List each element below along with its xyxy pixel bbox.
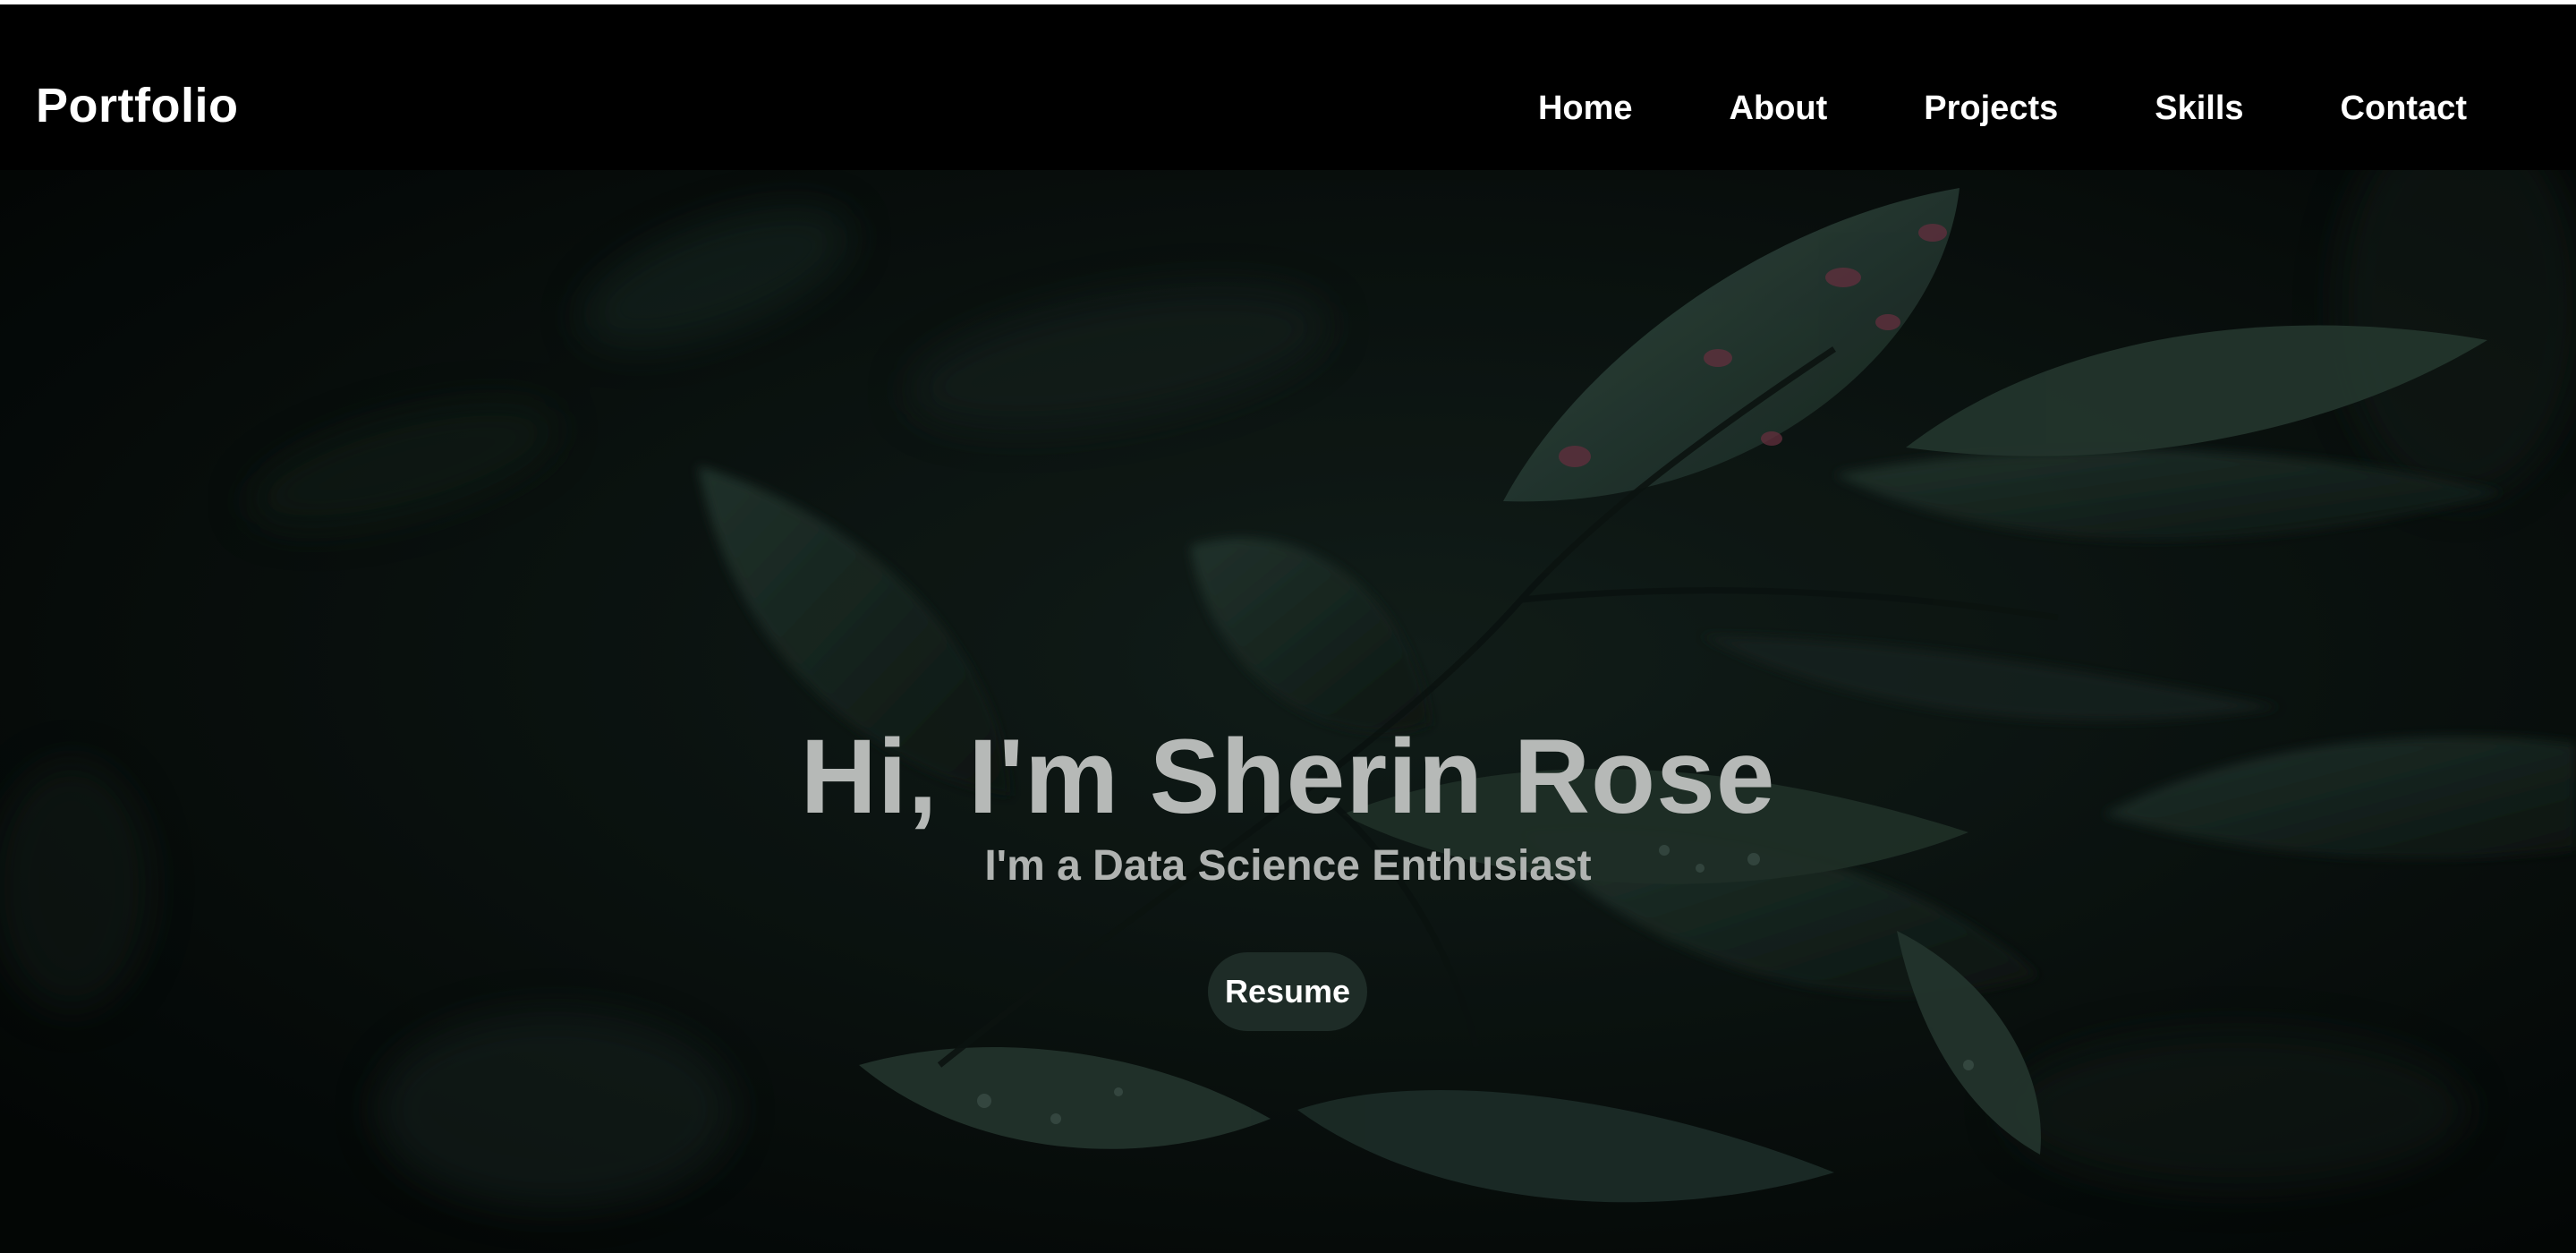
- top-navbar: Portfolio Home About Projects Skills Con…: [0, 4, 2576, 170]
- brand-logo-text[interactable]: Portfolio: [36, 78, 238, 133]
- nav-link-projects[interactable]: Projects: [1924, 90, 2058, 128]
- hero-subtitle: I'm a Data Science Enthusiast: [984, 842, 1592, 890]
- nav-link-contact[interactable]: Contact: [2341, 90, 2467, 128]
- hero-title: Hi, I'm Sherin Rose: [800, 718, 1776, 836]
- hero-dark-overlay: [0, 170, 2576, 1253]
- nav-link-home[interactable]: Home: [1538, 90, 1633, 128]
- nav-links: Home About Projects Skills Contact: [1441, 90, 2467, 128]
- nav-link-about[interactable]: About: [1730, 90, 1828, 128]
- nav-link-skills[interactable]: Skills: [2155, 90, 2243, 128]
- portfolio-page: Portfolio Home About Projects Skills Con…: [0, 0, 2576, 1253]
- hero-section: Hi, I'm Sherin Rose I'm a Data Science E…: [0, 170, 2576, 1253]
- resume-button[interactable]: Resume: [1208, 952, 1367, 1031]
